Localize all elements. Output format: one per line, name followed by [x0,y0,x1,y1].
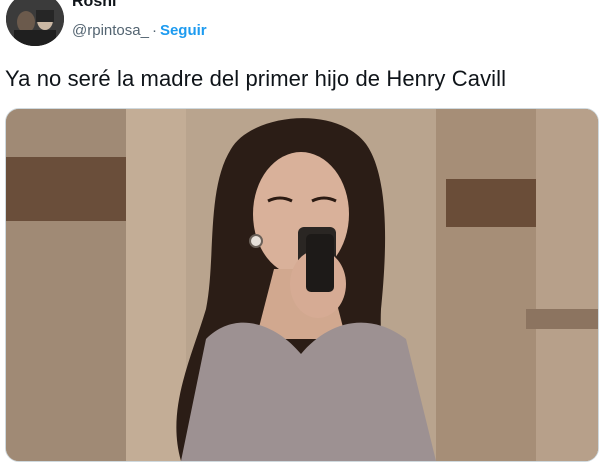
video-still-icon [6,109,598,461]
author-handle[interactable]: @rpintosa_ [72,22,149,39]
profile-photo-icon [6,0,64,46]
handle-row: @rpintosa_ · Seguir [72,22,207,39]
avatar[interactable] [6,0,64,46]
tweet-text: Ya no seré la madre del primer hijo de H… [5,66,507,91]
separator-dot: · [151,22,157,39]
tweet-media[interactable] [5,108,599,462]
author-name[interactable]: Roshi [72,0,116,11]
follow-button[interactable]: Seguir [160,22,207,39]
tweet-card: Roshi @rpintosa_ · Seguir Ya no seré la ma… [0,0,600,462]
